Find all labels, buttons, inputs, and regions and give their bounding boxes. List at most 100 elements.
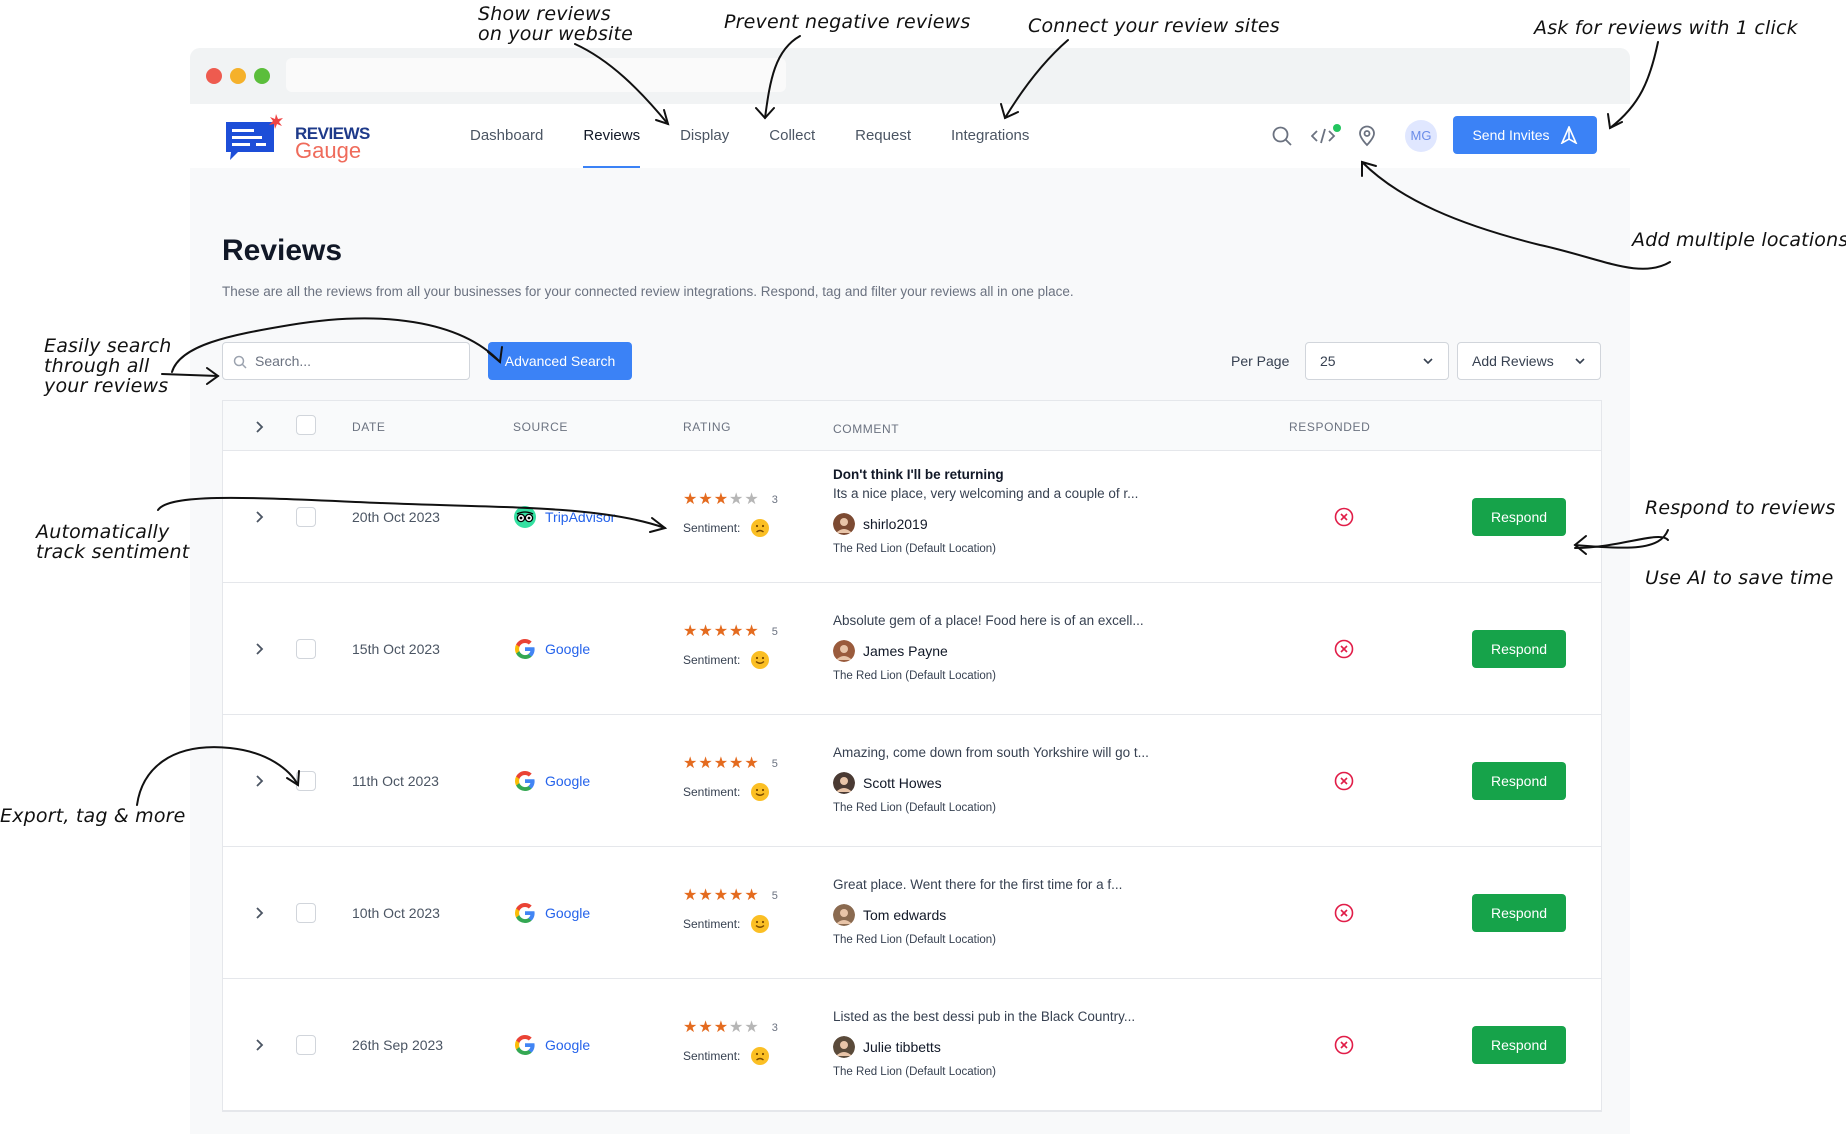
- per-page-label: Per Page: [1231, 353, 1290, 369]
- row-checkbox[interactable]: [296, 639, 316, 659]
- review-date: 11th Oct 2023: [352, 773, 439, 789]
- app-navbar: REVIEWS Gauge Dashboard Reviews Display …: [190, 104, 1630, 168]
- user-avatar[interactable]: MG: [1405, 120, 1437, 152]
- review-comment[interactable]: Amazing, come down from south Yorkshire …: [833, 741, 1213, 814]
- star-icon: ★: [683, 491, 698, 508]
- review-source[interactable]: Google: [513, 637, 590, 661]
- expand-row-chevron-icon[interactable]: [253, 1038, 265, 1052]
- address-bar[interactable]: [286, 58, 786, 92]
- reviewer-avatar: [833, 1036, 855, 1058]
- review-source[interactable]: Google: [513, 1033, 590, 1057]
- nav-reviews[interactable]: Reviews: [563, 104, 660, 168]
- annotation-ask-reviews: Ask for reviews with 1 click: [1534, 17, 1798, 39]
- expand-row-chevron-icon[interactable]: [253, 510, 265, 524]
- review-date: 10th Oct 2023: [352, 905, 440, 921]
- respond-button[interactable]: Respond: [1472, 498, 1566, 536]
- reviewer: shirlo2019: [833, 513, 1213, 535]
- search-box[interactable]: [222, 342, 470, 380]
- header-source[interactable]: SOURCE: [513, 420, 568, 434]
- sentiment-negative-icon: [751, 519, 770, 537]
- review-rating: ★ ★ ★ ★ ★ 5 Sentiment:: [683, 888, 778, 934]
- advanced-search-button[interactable]: Advanced Search: [488, 342, 632, 380]
- respond-button[interactable]: Respond: [1472, 762, 1566, 800]
- star-icon: ★: [698, 755, 713, 772]
- review-location: The Red Lion (Default Location): [833, 802, 997, 814]
- table-header: DATE SOURCE RATING COMMENT RESPONDED: [223, 401, 1601, 451]
- chevron-down-icon: [1423, 358, 1433, 365]
- nav-integrations[interactable]: Integrations: [931, 104, 1049, 168]
- maximize-window-button[interactable]: [254, 68, 270, 84]
- row-checkbox[interactable]: [296, 903, 316, 923]
- comment-text: Amazing, come down from south Yorkshire …: [833, 745, 1149, 760]
- send-invites-button[interactable]: Send Invites: [1453, 116, 1597, 154]
- reviewer-name: Tom edwards: [863, 907, 947, 923]
- annotation-add-locations: Add multiple locations: [1632, 229, 1846, 251]
- source-name: Google: [545, 773, 591, 789]
- location-pin-icon[interactable]: [1355, 124, 1379, 148]
- header-rating[interactable]: RATING: [683, 420, 731, 434]
- respond-button[interactable]: Respond: [1472, 1026, 1566, 1064]
- annotation-respond: Respond to reviews: [1645, 497, 1836, 519]
- rating-number: 5: [771, 758, 778, 770]
- reviewer-name: Scott Howes: [863, 775, 942, 791]
- annotation-easily-search: Easily search through all your reviews: [44, 335, 172, 397]
- row-checkbox[interactable]: [296, 771, 316, 791]
- table-body: 20th Oct 2023 TripAdvisor ★ ★ ★ ★ ★ 3 Sentiment:…: [223, 451, 1601, 1111]
- review-comment[interactable]: Listed as the best dessi pub in the Blac…: [833, 1005, 1213, 1078]
- annotation-connect-sites: Connect your review sites: [1028, 15, 1280, 37]
- star-icon: ★: [744, 887, 759, 904]
- sentiment-label: Sentiment:: [683, 521, 741, 535]
- annotation-use-ai: Use AI to save time: [1645, 567, 1834, 589]
- row-checkbox[interactable]: [296, 1035, 316, 1055]
- review-comment[interactable]: Absolute gem of a place! Food here is of…: [833, 609, 1213, 682]
- nav-display[interactable]: Display: [660, 104, 749, 168]
- close-window-button[interactable]: [206, 68, 222, 84]
- sentiment: Sentiment:: [683, 914, 778, 934]
- review-rating: ★ ★ ★ ★ ★ 3 Sentiment:: [683, 492, 778, 538]
- table-row: 26th Sep 2023 Google ★ ★ ★ ★ ★ 3 Sentiment: Liste…: [223, 979, 1601, 1111]
- not-responded-icon: [1334, 903, 1354, 923]
- respond-button[interactable]: Respond: [1472, 894, 1566, 932]
- review-source[interactable]: Google: [513, 769, 590, 793]
- reviewer-avatar: [833, 640, 855, 662]
- review-source[interactable]: Google: [513, 901, 590, 925]
- reviewer-name: Julie tibbetts: [863, 1039, 941, 1055]
- add-reviews-dropdown[interactable]: Add Reviews: [1457, 342, 1601, 380]
- review-comment[interactable]: Don't think I'll be returning Its a nice …: [833, 467, 1213, 555]
- embed-code-icon[interactable]: [1311, 124, 1341, 148]
- star-rating: ★ ★ ★ ★ ★ 3: [683, 1020, 778, 1036]
- nav-dashboard[interactable]: Dashboard: [450, 104, 563, 168]
- per-page-value: 25: [1320, 353, 1336, 369]
- nav-collect[interactable]: Collect: [749, 104, 835, 168]
- respond-button[interactable]: Respond: [1472, 630, 1566, 668]
- expand-all-chevron-icon[interactable]: [253, 420, 265, 434]
- expand-row-chevron-icon[interactable]: [253, 774, 265, 788]
- expand-row-chevron-icon[interactable]: [253, 642, 265, 656]
- sentiment-positive-icon: [751, 783, 770, 801]
- header-responded[interactable]: RESPONDED: [1289, 420, 1370, 434]
- star-rating: ★ ★ ★ ★ ★ 5: [683, 888, 778, 904]
- reviewer-avatar: [833, 904, 855, 926]
- tripadvisor-icon: [514, 506, 536, 528]
- minimize-window-button[interactable]: [230, 68, 246, 84]
- review-source[interactable]: TripAdvisor: [513, 505, 615, 529]
- review-comment[interactable]: Great place. Went there for the first ti…: [833, 873, 1213, 946]
- select-all-checkbox[interactable]: [296, 415, 316, 435]
- browser-window: REVIEWS Gauge Dashboard Reviews Display …: [190, 48, 1630, 1134]
- header-date[interactable]: DATE: [352, 420, 386, 434]
- star-icon: ★: [729, 755, 744, 772]
- expand-row-chevron-icon[interactable]: [253, 906, 265, 920]
- source-name: Google: [545, 641, 591, 657]
- reviewer-name: shirlo2019: [863, 516, 928, 532]
- table-row: 15th Oct 2023 Google ★ ★ ★ ★ ★ 5 Sentiment: Absol…: [223, 583, 1601, 715]
- row-checkbox[interactable]: [296, 507, 316, 527]
- table-row: 10th Oct 2023 Google ★ ★ ★ ★ ★ 5 Sentiment: Great…: [223, 847, 1601, 979]
- not-responded-icon: [1334, 507, 1354, 527]
- nav-request[interactable]: Request: [835, 104, 931, 168]
- per-page-select[interactable]: 25: [1305, 342, 1449, 380]
- reviews-gauge-logo[interactable]: REVIEWS Gauge: [224, 112, 374, 164]
- search-icon[interactable]: [1270, 124, 1294, 148]
- reviewer-name: James Payne: [863, 643, 948, 659]
- review-date: 26th Sep 2023: [352, 1037, 444, 1053]
- search-input[interactable]: [255, 343, 465, 379]
